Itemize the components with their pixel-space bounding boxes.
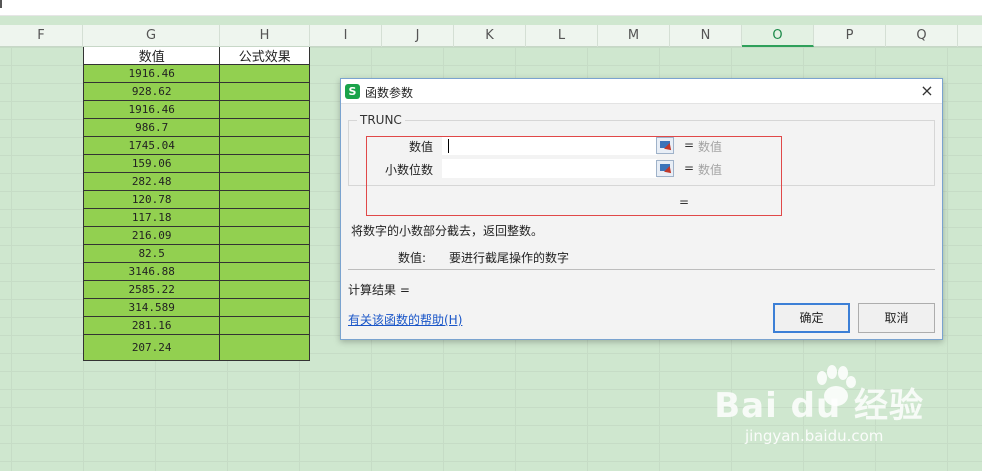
value-cell[interactable]: 928.62 bbox=[84, 83, 221, 101]
table-row: 1916.46 bbox=[84, 65, 310, 83]
formula-cell[interactable] bbox=[220, 119, 310, 137]
value-cell[interactable]: 986.7 bbox=[84, 119, 221, 137]
formula-cell[interactable] bbox=[220, 83, 310, 101]
header-cell-values[interactable]: 数值 bbox=[84, 47, 221, 65]
column-header-H[interactable]: H bbox=[220, 25, 310, 47]
ok-button[interactable]: 确定 bbox=[773, 303, 850, 333]
close-icon[interactable]: × bbox=[918, 82, 936, 100]
table-row: 159.06 bbox=[84, 155, 310, 173]
calc-result: 计算结果 = bbox=[348, 283, 410, 297]
value-cell[interactable]: 1916.46 bbox=[84, 65, 221, 83]
table-row: 2585.22 bbox=[84, 281, 310, 299]
wps-app-icon: S bbox=[345, 84, 360, 99]
table-row: 120.78 bbox=[84, 191, 310, 209]
formula-cell[interactable] bbox=[220, 209, 310, 227]
function-description: 将数字的小数部分截去，返回整数。 bbox=[351, 224, 544, 238]
formula-cell[interactable] bbox=[220, 65, 310, 83]
column-header-bar: F G H I J K L M N O P Q bbox=[0, 25, 982, 47]
top-toolbar-strip bbox=[0, 0, 982, 16]
formula-cell[interactable] bbox=[220, 299, 310, 317]
formula-result-equals: = bbox=[679, 195, 690, 209]
function-name-label: TRUNC bbox=[357, 113, 405, 127]
dialog-title: 函数参数 bbox=[365, 86, 414, 100]
column-header-M[interactable]: M bbox=[598, 25, 670, 47]
value-cell[interactable]: 207.24 bbox=[84, 335, 221, 361]
column-header-O[interactable]: O bbox=[742, 25, 814, 47]
table-row: 207.24 bbox=[84, 335, 310, 361]
cancel-button[interactable]: 取消 bbox=[858, 303, 935, 333]
table-row: 314.589 bbox=[84, 299, 310, 317]
table-row: 281.16 bbox=[84, 317, 310, 335]
table-row: 82.5 bbox=[84, 245, 310, 263]
value-cell[interactable]: 1745.04 bbox=[84, 137, 221, 155]
table-row: 1745.04 bbox=[84, 137, 310, 155]
watermark-url: jingyan.baidu.com bbox=[745, 427, 884, 445]
divider bbox=[348, 269, 935, 270]
table-row: 1916.46 bbox=[84, 101, 310, 119]
table-row: 282.48 bbox=[84, 173, 310, 191]
value-cell[interactable]: 2585.22 bbox=[84, 281, 221, 299]
watermark-brand: Bai du 经验 bbox=[714, 386, 924, 426]
column-header-Q[interactable]: Q bbox=[886, 25, 958, 47]
help-link[interactable]: 有关该函数的帮助(H) bbox=[348, 311, 462, 328]
value-cell[interactable]: 282.48 bbox=[84, 173, 221, 191]
table-row: 986.7 bbox=[84, 119, 310, 137]
formula-cell[interactable] bbox=[220, 137, 310, 155]
dialog-titlebar[interactable]: S 函数参数 × bbox=[341, 79, 942, 104]
value-cell[interactable]: 1916.46 bbox=[84, 101, 221, 119]
formula-cell[interactable] bbox=[220, 173, 310, 191]
column-header-J[interactable]: J bbox=[382, 25, 454, 47]
table-row: 928.62 bbox=[84, 83, 310, 101]
column-header-K[interactable]: K bbox=[454, 25, 526, 47]
column-header-F[interactable]: F bbox=[0, 25, 83, 47]
header-cell-formula-effect[interactable]: 公式效果 bbox=[220, 47, 310, 65]
table-row: 117.18 bbox=[84, 209, 310, 227]
arg-description-text: 要进行截尾操作的数字 bbox=[449, 251, 570, 265]
column-header-G[interactable]: G bbox=[83, 25, 220, 47]
toolbar-edge-mark bbox=[0, 0, 2, 8]
formula-cell[interactable] bbox=[220, 191, 310, 209]
formula-cell[interactable] bbox=[220, 317, 310, 335]
highlight-box bbox=[366, 136, 782, 216]
formula-cell[interactable] bbox=[220, 263, 310, 281]
formula-cell[interactable] bbox=[220, 155, 310, 173]
value-cell[interactable]: 3146.88 bbox=[84, 263, 221, 281]
value-cell[interactable]: 159.06 bbox=[84, 155, 221, 173]
column-header-I[interactable]: I bbox=[310, 25, 382, 47]
value-cell[interactable]: 281.16 bbox=[84, 317, 221, 335]
table-header-row: 数值 公式效果 bbox=[84, 47, 310, 65]
value-cell[interactable]: 216.09 bbox=[84, 227, 221, 245]
formula-cell[interactable] bbox=[220, 101, 310, 119]
formula-cell[interactable] bbox=[220, 245, 310, 263]
value-cell[interactable]: 117.18 bbox=[84, 209, 221, 227]
column-header-L[interactable]: L bbox=[526, 25, 598, 47]
column-header-P[interactable]: P bbox=[814, 25, 886, 47]
formula-cell[interactable] bbox=[220, 281, 310, 299]
data-table: 数值 公式效果 1916.46 928.62 1916.46 986.7 174… bbox=[83, 47, 310, 361]
value-cell[interactable]: 120.78 bbox=[84, 191, 221, 209]
function-arguments-dialog: S 函数参数 × TRUNC 数值 = 数值 小数位数 = 数值 = 将数字的小… bbox=[340, 78, 943, 340]
table-row: 216.09 bbox=[84, 227, 310, 245]
value-cell[interactable]: 314.589 bbox=[84, 299, 221, 317]
value-cell[interactable]: 82.5 bbox=[84, 245, 221, 263]
arg-description-label: 数值: bbox=[398, 251, 427, 265]
table-row: 3146.88 bbox=[84, 263, 310, 281]
column-header-N[interactable]: N bbox=[670, 25, 742, 47]
formula-cell[interactable] bbox=[220, 227, 310, 245]
formula-cell[interactable] bbox=[220, 335, 310, 361]
